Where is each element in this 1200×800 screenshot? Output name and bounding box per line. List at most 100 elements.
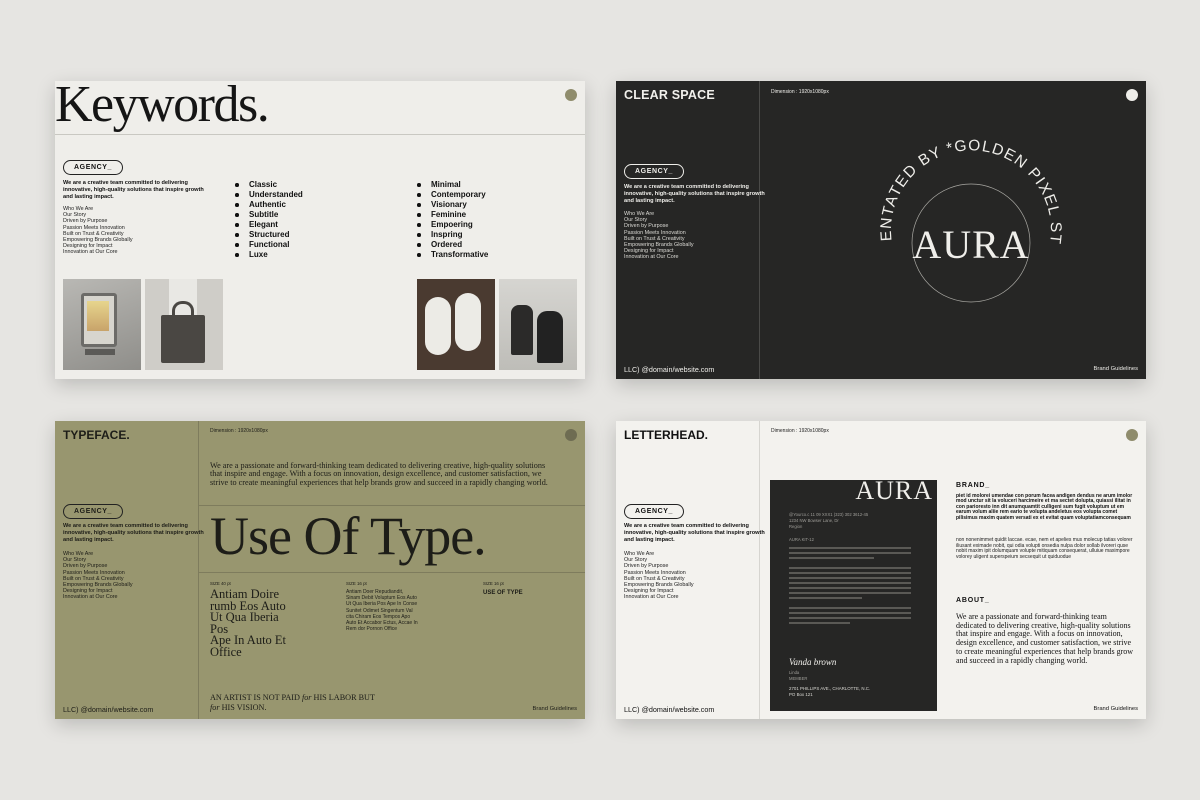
contact-line: 1234 NW Bowser Lane, Dr [789,518,839,523]
keyword-item: Understanded [235,190,303,200]
accent-dot-icon [565,89,577,101]
sample-line: Sunitet Odimet Singentum Val [346,607,413,614]
keyword-item: Empoering [417,220,488,230]
keyword-item: Classic [235,180,303,190]
menu-item[interactable]: Passion Meets Innovation [624,570,694,576]
keyword-item: Inspring [417,230,488,240]
menu-item[interactable]: Innovation at Our Core [624,254,694,260]
size-label-3: SIZE 16 pt [483,581,504,586]
page-title: TYPEFACE. [63,428,130,442]
footer-website[interactable]: LLC) @domain/website.com [63,705,153,714]
dimension-label: Dimension : 1920x1080px [771,89,829,95]
signature: Vanda brown [789,657,837,667]
menu-list: Who We Are Our Story Driven by Purpose P… [624,551,694,601]
keyword-item: Elegant [235,220,303,230]
slide-keywords[interactable]: Keywords. AGENCY_ We are a creative team… [55,81,585,379]
slide-clear-space[interactable]: CLEAR SPACE Dimension : 1920x1080px AGEN… [616,81,1146,379]
intro-text: We are a creative team committed to deli… [63,523,204,543]
menu-item[interactable]: Innovation at Our Core [624,594,694,600]
menu-item[interactable]: Passion Meets Innovation [63,570,133,576]
agency-badge: AGENCY_ [63,160,124,175]
agency-badge: AGENCY_ [624,504,685,519]
column-divider [759,421,760,719]
keyword-item: Ordered [417,240,488,250]
photo-device [63,279,141,370]
contact-line: Region [789,524,803,529]
quote: AN ARTIST IS NOT PAID for HIS LABOR BUT … [210,693,375,712]
use-of-type-label: USE OF TYPE [483,590,523,596]
agency-badge: AGENCY_ [624,164,685,179]
sample-line: Ut Qua Iberia Pos Ape In Conse [346,601,418,608]
keyword-item: Luxe [235,250,303,260]
menu-item[interactable]: Passion Meets Innovation [624,230,694,236]
slide-typeface[interactable]: TYPEFACE. Dimension : 1920x1080px AGENCY… [55,421,585,719]
sample-line: Rem dor Pornon Office [346,626,398,633]
footer-website[interactable]: LLC) @domain/website.com [624,705,714,714]
display-heading: Use Of Type. [210,506,487,566]
brand-heading: BRAND_ [956,482,990,489]
po-box: PO Box 121 [789,692,813,697]
size-label-2: SIZE 16 pt [346,581,367,586]
page-title: CLEAR SPACE [624,88,715,102]
keyword-item: Subtitle [235,210,303,220]
accent-dot-icon [565,429,577,441]
footer-brand-guidelines: Brand Guidelines [532,706,577,712]
menu-item[interactable]: Innovation at Our Core [63,594,133,600]
intro-text: We are a creative team committed to deli… [624,184,765,204]
letterhead-logo: AURA [855,476,933,505]
contact-line: @Yourco.c 11 09 XXX1 (323) 302 3612-45 [789,512,869,517]
keyword-item: Contemporary [417,190,488,200]
keyword-item: Minimal [417,180,488,190]
intro-text: We are a creative team committed to deli… [624,523,765,543]
brand-body-text: non nonenimmet quidit laccae. ecae, nem … [956,537,1133,560]
page-title: LETTERHEAD. [624,428,708,442]
logo-emblem: * PRESENTATED BY *GOLDEN PIXEL STUDIO * … [871,135,1063,303]
menu-list: Who We Are Our Story Driven by Purpose P… [63,206,133,256]
lead-paragraph: We are a passionate and forward-thinking… [210,461,548,487]
menu-list: Who We Are Our Story Driven by Purpose P… [63,551,133,601]
photo-tote-bag [145,279,223,370]
photo-chairs [499,279,577,370]
size-label-1: SIZE 40 pt [210,581,231,586]
page-title: Keywords. [55,81,270,133]
keyword-item: Authentic [235,200,303,210]
quote-part: for [210,702,220,712]
slide-letterhead[interactable]: LETTERHEAD. Dimension : 1920x1080px AGEN… [616,421,1146,719]
photo-slippers [417,279,495,370]
quote-part: HIS VISION. [221,702,267,712]
footer-brand-guidelines: Brand Guidelines [1093,706,1138,712]
keyword-list-2: Minimal Contemporary Visionary Feminine … [417,180,488,260]
type-sample-large: Antiam Doire rumb Eos Auto Ut Qua Iberia… [210,588,286,659]
keyword-item: Functional [235,240,303,250]
quote-part: HIS LABOR BUT [313,693,375,702]
letterhead-sheet: AURA @Yourco.c 11 09 XXX1 (323) 302 3612… [770,476,937,711]
column-divider [759,81,760,379]
quote-part: AN ARTIST IS NOT PAID [210,693,300,702]
letter-body-lines [789,547,911,627]
rule-bottom [198,572,585,573]
about-text: We are a passionate and forward-thinking… [956,612,1134,665]
keyword-item: Visionary [417,200,488,210]
brand-bold-text: piet id molorei umendae con porum facea … [956,493,1133,521]
keyword-item: Feminine [417,210,488,220]
type-sample-mid: Antiam Doer Repudiandit, Sinam Debit Vol… [346,589,418,632]
footer-brand-guidelines: Brand Guidelines [1093,366,1138,372]
keyword-list-1: Classic Understanded Authentic Subtitle … [235,180,303,260]
kit-label: AURA KIT-12 [789,537,814,542]
dimension-label: Dimension : 1920x1080px [771,428,829,434]
dimension-label: Dimension : 1920x1080px [210,428,268,434]
signer-name: Linda [789,670,800,675]
agency-badge: AGENCY_ [63,504,124,519]
sample-line: Office [210,644,242,659]
about-heading: ABOUT_ [956,597,990,604]
quote-part: for [301,693,312,702]
signer-role: MEMBER [789,676,808,681]
column-divider [198,421,199,719]
menu-list: Who We Are Our Story Driven by Purpose P… [624,211,694,261]
accent-dot-icon [1126,429,1138,441]
menu-item[interactable]: Innovation at Our Core [63,249,133,255]
menu-item[interactable]: Passion Meets Innovation [63,225,133,231]
footer-website[interactable]: LLC) @domain/website.com [624,365,714,374]
title-divider [55,134,585,135]
address-line: 2701 PHILLIPS AVE., CHARLOTTE, N.C. [789,686,871,691]
